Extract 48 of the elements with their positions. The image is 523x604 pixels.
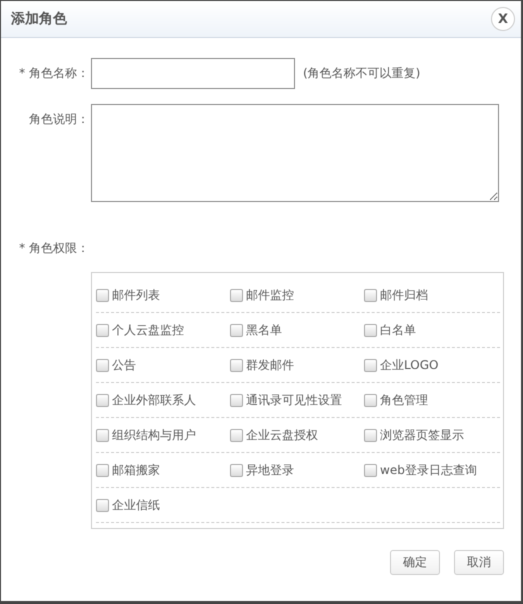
permission-option[interactable]: web登录日志查询 [364,462,498,478]
permission-option[interactable]: 个人云盘监控 [96,322,230,338]
confirm-button[interactable]: 确定 [390,550,440,575]
permission-option[interactable]: 群发邮件 [230,356,364,374]
checkbox[interactable] [364,394,377,406]
checkbox[interactable] [96,498,109,512]
window-title: 添加角色 [11,10,67,28]
field-label: * 角色权限： [18,240,90,257]
permission-option[interactable]: 企业外部联系人 [96,392,230,408]
checkbox[interactable] [230,288,243,302]
checkbox[interactable] [230,428,243,442]
permission-option[interactable]: 邮箱搬家 [96,462,230,478]
checkbox[interactable] [364,324,377,336]
checkbox[interactable] [364,428,377,442]
checkbox[interactable] [364,288,377,302]
close-button[interactable]: X [491,7,515,31]
permission-option[interactable]: 异地登录 [230,462,364,478]
checkbox[interactable] [96,394,109,406]
checkbox[interactable] [96,464,109,476]
field-label: 角色说明： [28,111,90,128]
permission-option[interactable]: 企业信纸 [96,496,230,514]
field-hint: (角色名称不可以重复) [303,65,420,82]
checkbox[interactable] [230,464,243,476]
checkbox[interactable] [96,428,109,442]
checkbox[interactable] [364,464,377,476]
permission-option[interactable]: 公告 [96,356,230,374]
checkbox[interactable] [364,358,377,372]
permission-option[interactable]: 浏览器页签显示 [364,426,498,444]
field-label: * 角色名称： [18,65,90,82]
permission-option[interactable]: 组织结构与用户 [96,426,230,444]
checkbox[interactable] [230,358,243,372]
checkbox[interactable] [230,324,243,336]
permission-option[interactable]: 白名单 [364,322,498,338]
permission-option[interactable]: 黑名单 [230,322,364,338]
checkbox[interactable] [96,324,109,336]
permission-option[interactable]: 通讯录可见性设置 [230,392,364,408]
cancel-button[interactable]: 取消 [454,550,504,575]
permission-option[interactable]: 企业LOGO [364,356,498,374]
checkbox[interactable] [96,358,109,372]
role-name-field[interactable] [91,58,295,89]
permission-option[interactable]: 企业云盘授权 [230,426,364,444]
permission-option[interactable]: 邮件归档 [364,286,498,304]
checkbox[interactable] [230,394,243,406]
description-field[interactable] [91,104,499,202]
permission-option[interactable]: 邮件监控 [230,286,364,304]
checkbox[interactable] [96,288,109,302]
permission-option[interactable]: 角色管理 [364,392,498,408]
permission-option[interactable]: 邮件列表 [96,286,230,304]
